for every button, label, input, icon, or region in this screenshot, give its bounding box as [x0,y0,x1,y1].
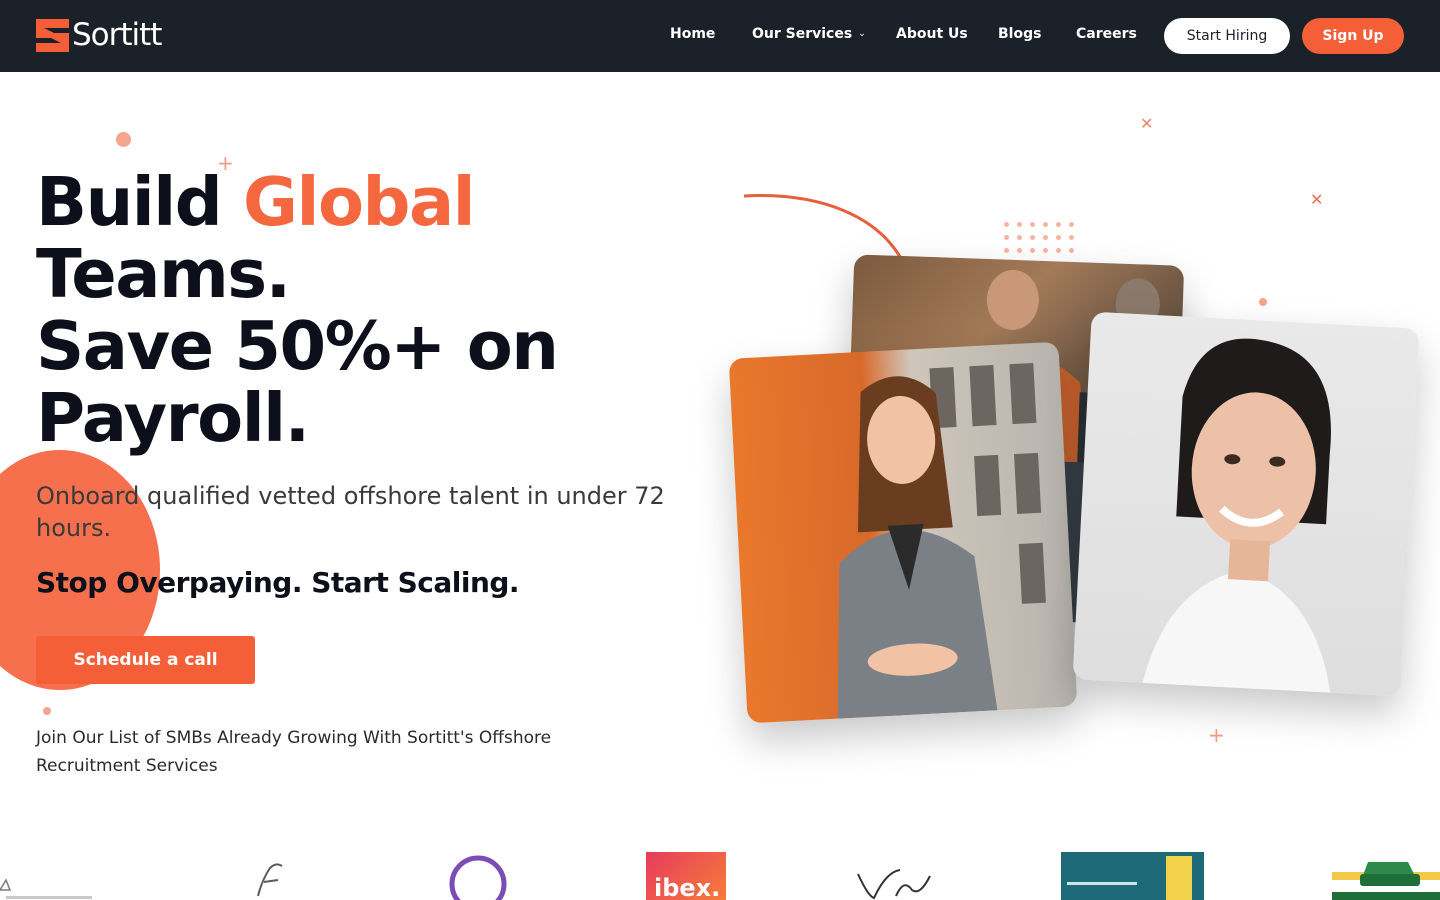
nav-blogs[interactable]: Blogs [998,26,1041,42]
nav-our-services[interactable]: Our Services ⌄ [752,26,866,42]
ibex-logo-text: ibex. [654,874,721,900]
client-logo-bank [1061,852,1204,900]
headline-accent-global: Global [243,163,476,241]
schedule-call-button[interactable]: Schedule a call [36,636,255,684]
hero-subtitle: Onboard qualified vetted offshore talent… [36,482,665,542]
chevron-down-icon: ⌄ [858,29,866,39]
decorative-dot-grid [1004,222,1084,262]
close-x-icon: ✕ [1140,114,1154,133]
client-logo-script-v-icon [857,869,931,900]
woman-in-blazer-photo [728,341,1078,724]
smiling-woman-photo [1072,311,1420,697]
nav-careers[interactable]: Careers [1076,26,1137,42]
sign-up-button[interactable]: Sign Up [1302,18,1404,54]
headline-line-save: Save 50%+ on [36,307,559,385]
close-x-icon: ✕ [1310,190,1324,209]
smiling-woman-illustration [1142,338,1331,693]
start-hiring-button[interactable]: Start Hiring [1164,18,1290,54]
plus-icon: + [1208,723,1225,747]
decorative-dot [1259,298,1267,306]
hero-headline: Build Global Teams. Save 50%+ on Payroll… [36,163,559,457]
bank-logo-script-line [1067,882,1137,885]
client-logo-ibex: ibex. [646,852,726,900]
decorative-dot [116,132,131,147]
bank-logo-emblem [1166,856,1192,900]
client-logo-ring-icon [449,855,507,900]
headline-word-build: Build [36,163,223,241]
headline-line-teams: Teams. [36,235,291,313]
hero-tagline: Stop Overpaying. Start Scaling. [36,566,520,599]
decorative-dot [43,707,51,715]
top-navbar: Sortitt Home Our Services ⌄ About Us Blog… [0,0,1440,72]
nav-our-services-label: Our Services [752,26,853,42]
headline-line-payroll: Payroll. [36,379,310,457]
client-logo-1-icon [0,878,92,899]
nav-about-us[interactable]: About Us [896,26,968,42]
nav-home[interactable]: Home [670,26,715,42]
client-logo-strip: ibex. [0,848,1440,900]
client-logo-script-f-icon [257,863,283,897]
client-logo-car-icon [1332,852,1440,900]
woman-in-blazer-illustration [837,362,1046,719]
join-smbs-text: Join Our List of SMBs Already Growing Wi… [36,728,552,776]
